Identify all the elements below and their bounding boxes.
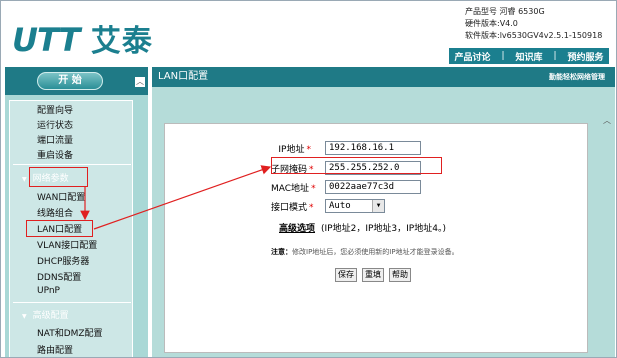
advanced-options-desc: (IP地址2，IP地址3，IP地址4。) — [321, 224, 446, 234]
note: 注意：修改IP地址后，您必须使用新的IP地址才能登录设备。 — [271, 247, 459, 257]
save-button[interactable]: 保存 — [335, 268, 357, 282]
browser-frame: UTT 艾泰 产品型号 河睿 6530G 硬件版本:V4.0 软件版本:lv65… — [0, 0, 617, 358]
ip-label: IP地址 * — [278, 145, 311, 155]
sidebar-item-line-combo[interactable]: 线路组合 — [37, 206, 73, 219]
menu-divider — [13, 164, 131, 165]
mac-address-input[interactable]: 0022aae77c3d — [325, 180, 421, 194]
product-model: 产品型号 河睿 6530G — [465, 7, 545, 16]
dropdown-arrow-icon[interactable]: ▼ — [372, 200, 384, 212]
sidebar-item-traffic[interactable]: 端口流量 — [37, 133, 73, 146]
sidebar-item-dhcp[interactable]: DHCP服务器 — [37, 254, 89, 267]
interface-mode-select[interactable]: Auto ▼ — [325, 199, 385, 213]
note-text: 修改IP地址后，您必须使用新的IP地址才能登录设备。 — [292, 248, 459, 256]
sidebar-item-reboot[interactable]: 重启设备 — [37, 148, 73, 161]
header: UTT 艾泰 产品型号 河睿 6530G 硬件版本:V4.0 软件版本:lv65… — [2, 2, 616, 64]
advanced-options-link[interactable]: 高级选项 — [279, 224, 315, 234]
sidebar-item-status[interactable]: 运行状态 — [37, 118, 73, 131]
link-knowledge-base[interactable]: 知识库 — [515, 50, 542, 63]
link-product-discussion[interactable]: 产品讨论 — [454, 50, 490, 63]
ip-address-input[interactable]: 192.168.16.1 — [325, 141, 421, 155]
link-appointment-service[interactable]: 预约服务 — [567, 50, 603, 63]
sidebar-item-wan[interactable]: WAN口配置 — [37, 190, 85, 203]
group-label: 高级配置 — [32, 311, 69, 321]
help-button[interactable]: 帮助 — [389, 268, 411, 282]
link-separator: | — [553, 51, 557, 61]
logo-cn: 艾泰 — [90, 24, 153, 59]
logo-latin: UTT — [12, 21, 80, 59]
sidebar-group-advanced[interactable]: ▼ 高级配置 — [22, 308, 69, 321]
title-slogan: 勤能轻松网络管理 — [549, 73, 605, 81]
interface-mode-label: 接口模式 * — [271, 203, 314, 213]
bullet-icon: ▼ — [22, 313, 27, 320]
page-title-bar: LAN口配置 勤能轻松网络管理 — [152, 67, 615, 87]
reset-button[interactable]: 重填 — [362, 268, 384, 282]
utt-logo: UTT 艾泰 — [12, 16, 153, 60]
mode-selected-value: Auto — [329, 201, 351, 211]
mac-label: MAC地址 * — [271, 184, 316, 194]
collapse-up-icon[interactable]: ︿ — [135, 77, 145, 87]
highlight-network-params — [29, 167, 88, 187]
main-content: LAN口配置 勤能轻松网络管理 ︿ IP地址 * 192.168.16.1 子网掩… — [152, 67, 615, 357]
start-bar: 开 始 — [5, 67, 148, 95]
advanced-options: 高级选项 (IP地址2，IP地址3，IP地址4。) — [279, 221, 446, 234]
highlight-lan-config — [26, 220, 93, 237]
scroll-up-icon[interactable]: ︿ — [602, 116, 612, 126]
menu-divider — [13, 302, 131, 303]
sidebar-item-routing[interactable]: 路由配置 — [37, 343, 73, 356]
sidebar: 开 始 ︿ 配置向导 运行状态 端口流量 重启设备 ▼ 网络参数 WAN口配置 线… — [5, 67, 148, 357]
link-separator: | — [501, 51, 505, 61]
start-button[interactable]: 开 始 — [37, 72, 103, 90]
sidebar-item-wizard[interactable]: 配置向导 — [37, 103, 73, 116]
device-info: 产品型号 河睿 6530G 硬件版本:V4.0 软件版本:lv6530GV4v2… — [465, 6, 602, 42]
bullet-icon: ▼ — [22, 176, 27, 183]
hardware-version: 硬件版本:V4.0 — [465, 19, 518, 28]
note-label: 注意： — [271, 248, 292, 256]
sidebar-item-upnp[interactable]: UPnP — [37, 286, 60, 296]
sidebar-item-nat-dmz[interactable]: NAT和DMZ配置 — [37, 326, 103, 339]
software-version: 软件版本:lv6530GV4v2.5.1-150918 — [465, 31, 603, 40]
highlight-subnet-mask — [271, 157, 442, 174]
header-links: 产品讨论 | 知识库 | 预约服务 — [449, 48, 609, 64]
content-body: ︿ IP地址 * 192.168.16.1 子网掩码 * 255.255.252.0… — [152, 87, 615, 357]
sidebar-item-vlan[interactable]: VLAN接口配置 — [37, 238, 97, 251]
sidebar-item-ddns[interactable]: DDNS配置 — [37, 270, 81, 283]
page-title: LAN口配置 — [158, 71, 209, 82]
